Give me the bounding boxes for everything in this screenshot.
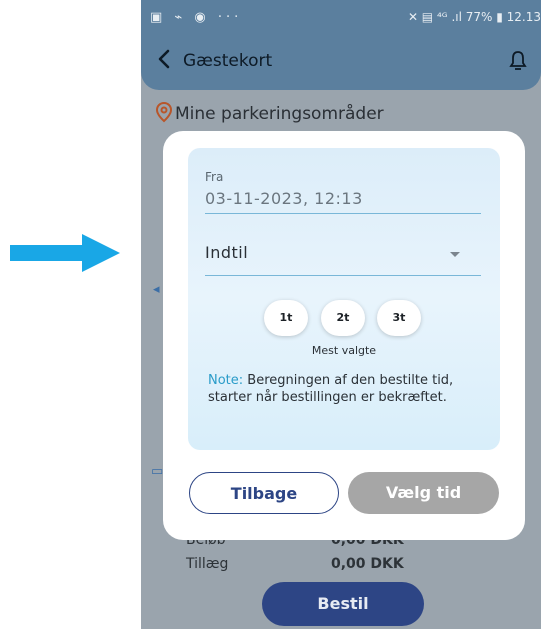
page-title: Gæstekort — [183, 51, 273, 71]
chevron-left-icon[interactable] — [157, 48, 171, 76]
bell-icon[interactable] — [509, 50, 529, 72]
until-select[interactable]: Indtil — [205, 243, 248, 262]
note-label: Note: — [208, 373, 244, 388]
status-bar: ▣ ⌁ ◉ ··· ✕ ▤ ⁴ᴳ .ıl 77% ▮ 12.13 — [141, 0, 541, 34]
from-underline — [205, 213, 481, 214]
status-right-info: ✕ ▤ ⁴ᴳ .ıl 77% ▮ 12.13 — [407, 10, 541, 24]
until-underline — [205, 275, 481, 276]
section-title-text: Mine parkeringsområder — [175, 104, 384, 124]
choose-time-button[interactable]: Vælg tid — [348, 472, 499, 514]
location-pin-icon — [155, 101, 173, 123]
surcharge-label: Tillæg — [186, 556, 229, 572]
chip-1h[interactable]: 1t — [264, 300, 308, 336]
back-button[interactable]: Tilbage — [189, 472, 339, 514]
surcharge-value: 0,00 DKK — [331, 556, 404, 572]
note-text: Note: Beregningen af den bestilte tid, s… — [208, 372, 483, 406]
chip-2h[interactable]: 2t — [321, 300, 365, 336]
time-picker-dialog: Fra 03-11-2023, 12:13 Indtil 1t 2t 3t Me… — [163, 131, 525, 540]
section-title: Mine parkeringsområder — [155, 101, 384, 124]
background-edge-icon: ▭ — [151, 464, 164, 479]
time-panel: Fra 03-11-2023, 12:13 Indtil 1t 2t 3t Me… — [188, 148, 500, 450]
app-header: Gæstekort — [141, 34, 541, 90]
background-edge-icon: ◂ — [153, 282, 160, 297]
note-body: Beregningen af den bestilte tid, starter… — [208, 373, 454, 405]
from-field[interactable]: 03-11-2023, 12:13 — [205, 189, 363, 208]
from-label: Fra — [205, 170, 224, 184]
chip-3h[interactable]: 3t — [377, 300, 421, 336]
phone-screen: ▣ ⌁ ◉ ··· ✕ ▤ ⁴ᴳ .ıl 77% ▮ 12.13 Gæsteko… — [141, 0, 541, 629]
order-button[interactable]: Bestil — [262, 582, 424, 626]
most-chosen-label: Mest valgte — [311, 344, 377, 357]
status-left-icons: ▣ ⌁ ◉ ··· — [150, 10, 243, 25]
pointer-arrow-icon — [10, 234, 120, 272]
chevron-down-icon[interactable] — [450, 252, 460, 257]
